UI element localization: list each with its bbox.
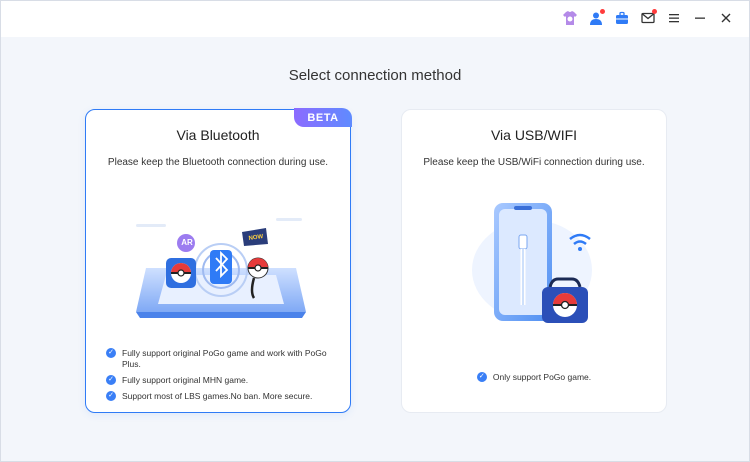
beta-badge: BETA	[294, 108, 352, 127]
toolbox-icon[interactable]	[613, 9, 631, 27]
user-icon[interactable]	[587, 9, 605, 27]
menu-icon[interactable]	[665, 9, 683, 27]
bluetooth-illustration	[136, 218, 306, 318]
list-item: ✓ Only support PoGo game.	[402, 372, 666, 382]
usb-wifi-option-card[interactable]: Via USB/WIFI Please keep the USB/WiFi co…	[401, 109, 667, 413]
bluetooth-feature-list: ✓ Fully support original PoGo game and w…	[106, 348, 338, 407]
ar-badge: AR	[181, 238, 193, 247]
minimize-icon[interactable]	[691, 9, 709, 27]
titlebar-icons	[561, 9, 735, 27]
card-title: Via USB/WIFI	[490, 127, 578, 143]
notification-dot	[652, 9, 657, 14]
card-subtitle: Please keep the Bluetooth connection dur…	[107, 157, 329, 168]
app-window: Select connection method BETA Via Blueto…	[0, 0, 750, 462]
list-item: ✓ Support most of LBS games.No ban. More…	[106, 391, 338, 402]
notification-dot	[600, 9, 605, 14]
bluetooth-option-card[interactable]: BETA Via Bluetooth Please keep the Bluet…	[85, 108, 352, 413]
check-icon: ✓	[106, 391, 116, 401]
card-subtitle: Please keep the USB/WiFi connection duri…	[423, 157, 645, 168]
page-title: Select connection method	[288, 67, 462, 84]
usb-wifi-illustration	[472, 203, 592, 323]
check-icon: ✓	[106, 348, 116, 358]
list-item: ✓ Fully support original PoGo game and w…	[106, 348, 338, 370]
titlebar	[1, 1, 749, 37]
check-icon: ✓	[476, 372, 487, 382]
shirt-gift-icon[interactable]	[561, 9, 579, 27]
close-icon[interactable]	[717, 9, 735, 27]
mail-icon[interactable]	[639, 9, 657, 27]
card-title: Via Bluetooth	[176, 127, 260, 143]
list-item: ✓ Fully support original MHN game.	[106, 375, 338, 386]
check-icon: ✓	[106, 375, 116, 385]
